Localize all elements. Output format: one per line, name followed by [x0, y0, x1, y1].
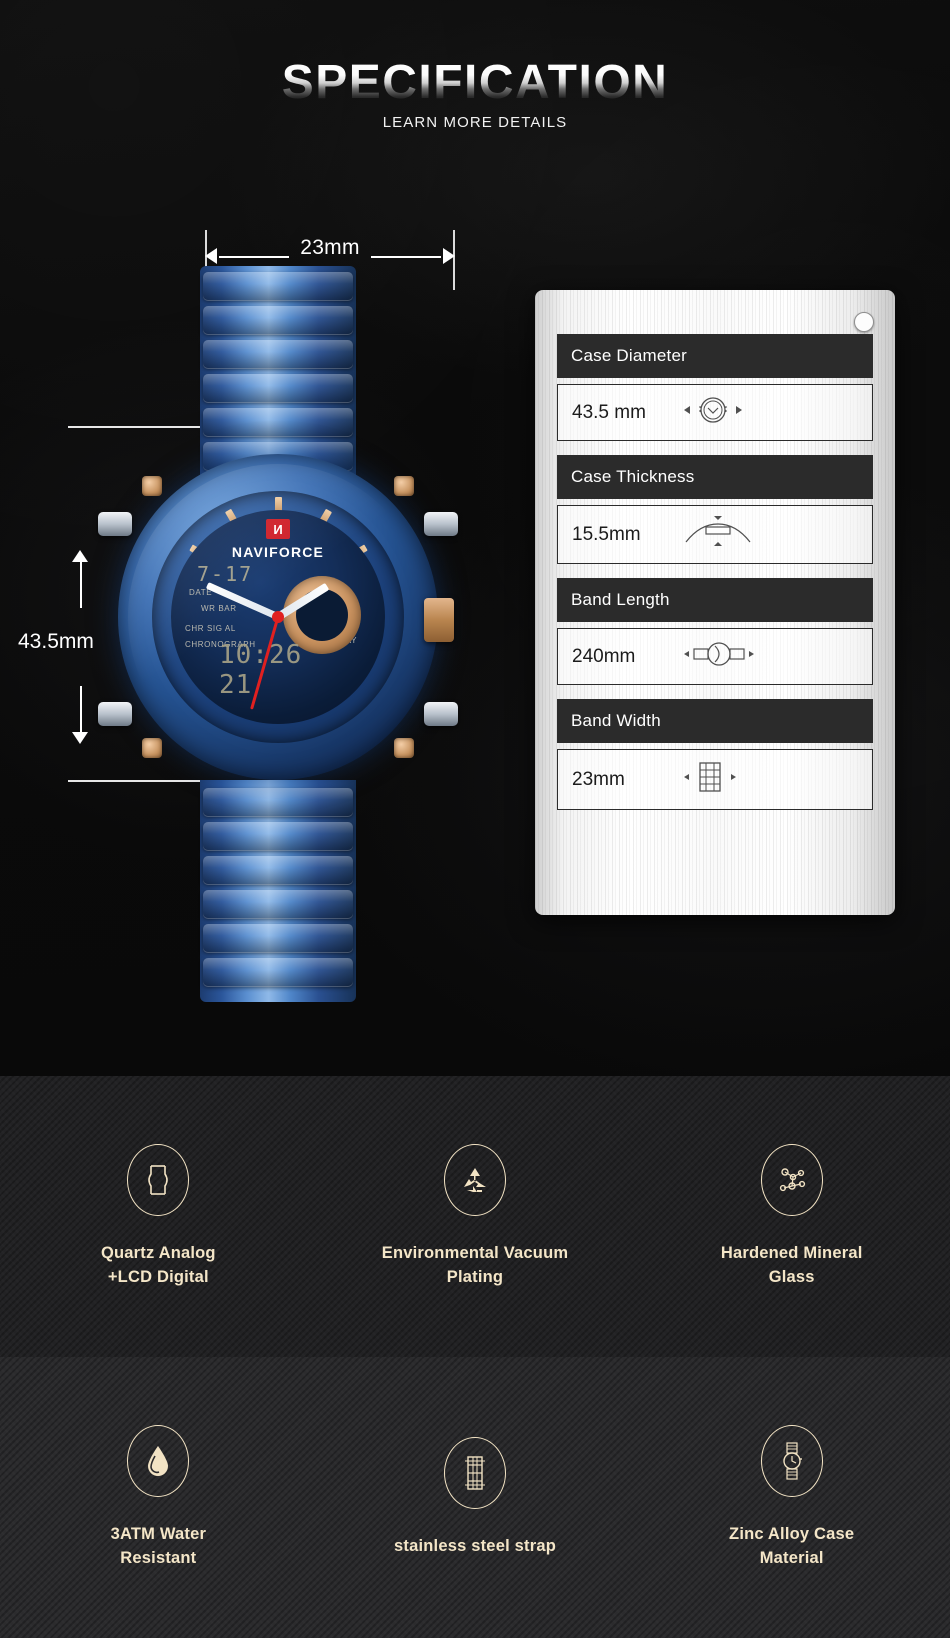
- minute-hand: [205, 582, 280, 621]
- feature-label-line2: Plating: [446, 1267, 504, 1286]
- dial-text-wr-bar: WR BAR: [201, 604, 237, 613]
- watch-crown: [424, 598, 454, 642]
- spec-row-case-thickness: Case Thickness 15.5mm: [557, 455, 873, 564]
- panel-hole-icon: [854, 312, 874, 332]
- hand-pin: [272, 611, 284, 623]
- spec-value-row-case-thickness: 15.5mm: [557, 505, 873, 564]
- guide-line-right: [453, 230, 455, 290]
- spec-row-band-length: Band Length 240mm: [557, 578, 873, 685]
- spec-value-row-band-length: 240mm: [557, 628, 873, 685]
- feature-water-resistant: 3ATM Water Resistant: [0, 1424, 317, 1571]
- case-screw-tr: [394, 476, 414, 496]
- feature-label-line1: Hardened Mineral: [720, 1243, 863, 1262]
- feature-steel-strap: stainless steel strap: [317, 1436, 634, 1559]
- spec-value-case-thickness: 15.5mm: [572, 523, 641, 545]
- page-subtitle: LEARN MORE DETAILS: [382, 114, 568, 132]
- feature-vacuum-plating: Environmental Vacuum Plating: [317, 1143, 634, 1290]
- feature-label-line1: stainless steel strap: [394, 1536, 556, 1555]
- watch-illustration-area: 23mm 43.5mm И NAVIFORCE 7-17 DATE WR BAR…: [18, 230, 510, 1010]
- dial-text-day: DAY: [339, 636, 357, 645]
- dial-text-date: DATE: [189, 588, 213, 597]
- feature-mineral-glass: Hardened Mineral Glass: [633, 1143, 950, 1290]
- second-hand: [250, 616, 280, 710]
- watch-brand-name: NAVIFORCE: [231, 544, 325, 560]
- feature-band-bottom: 3ATM Water Resistant stainless steel str…: [0, 1357, 950, 1638]
- naviforce-logo-icon: И: [266, 519, 290, 539]
- feature-label-line1: Quartz Analog: [100, 1243, 216, 1262]
- feature-band-top: Quartz Analog +LCD Digital Environmental…: [0, 1076, 950, 1357]
- dimension-width-label: 23mm: [300, 236, 360, 259]
- spec-label-case-diameter: Case Diameter: [557, 334, 873, 378]
- case-screw-br: [394, 738, 414, 758]
- feature-label-line2: Material: [759, 1548, 824, 1567]
- spec-value-row-case-diameter: 43.5 mm: [557, 384, 873, 441]
- arrow-up-icon: [72, 550, 88, 562]
- watch-face-diameter-icon: [682, 395, 744, 430]
- pusher-bottom-right: [424, 702, 458, 726]
- spec-row-case-diameter: Case Diameter 43.5 mm: [557, 334, 873, 441]
- pusher-top-left: [98, 512, 132, 536]
- feature-label-line1: Zinc Alloy Case: [729, 1524, 855, 1543]
- hour-hand: [275, 582, 330, 621]
- spec-row-band-width: Band Width 23mm: [557, 699, 873, 810]
- bracelet-width-icon: [682, 760, 738, 799]
- feature-label-line2: Resistant: [120, 1548, 197, 1567]
- feature-label-line1: 3ATM Water: [110, 1524, 207, 1543]
- wristwatch-icon: [760, 1424, 823, 1497]
- water-drop-icon: [127, 1424, 190, 1497]
- lcd-top-readout: 7-17: [197, 562, 254, 586]
- dial-text-chr-sig-al: CHR SIG AL: [185, 624, 236, 633]
- feature-label-line1: Environmental Vacuum: [381, 1243, 569, 1262]
- pusher-bottom-left: [98, 702, 132, 726]
- watch-bezel: И NAVIFORCE 7-17 DATE WR BAR CHR SIG AL …: [152, 491, 404, 743]
- quartz-movement-icon: [127, 1143, 190, 1216]
- steel-strap-icon: [444, 1436, 506, 1509]
- lcd-main-readout: 10:26 21: [219, 640, 303, 700]
- page-title-block: SPECIFICATION LEARN MORE DETAILS: [0, 56, 950, 132]
- dial-text-chronograph: CHRONOGRAPH: [185, 640, 256, 649]
- feature-zinc-alloy-case: Zinc Alloy Case Material: [633, 1424, 950, 1571]
- spec-label-band-length: Band Length: [557, 578, 873, 622]
- spec-label-band-width: Band Width: [557, 699, 873, 743]
- watch-profile-thickness-icon: [682, 516, 754, 553]
- dimension-height-label: 43.5mm: [18, 630, 94, 653]
- watch-dial: И NAVIFORCE 7-17 DATE WR BAR CHR SIG AL …: [171, 510, 385, 724]
- watch-band-length-icon: [682, 639, 756, 674]
- spec-value-band-length: 240mm: [572, 645, 636, 667]
- hero-section: SPECIFICATION LEARN MORE DETAILS 23mm 43…: [0, 0, 950, 1076]
- recycle-icon: [444, 1143, 506, 1216]
- watch-subdial: [283, 576, 361, 654]
- watch-case: И NAVIFORCE 7-17 DATE WR BAR CHR SIG AL …: [98, 454, 458, 780]
- pusher-top-right: [424, 512, 458, 536]
- spec-label-case-thickness: Case Thickness: [557, 455, 873, 499]
- arrow-left-icon: [205, 248, 217, 264]
- feature-label-line2: Glass: [768, 1267, 815, 1286]
- case-screw-bl: [142, 738, 162, 758]
- arrow-down-icon: [72, 732, 88, 744]
- specification-panel: Case Diameter 43.5 mm Case Thickness 15.…: [535, 290, 895, 915]
- spec-value-band-width: 23mm: [572, 768, 625, 790]
- watch-product-image: И NAVIFORCE 7-17 DATE WR BAR CHR SIG AL …: [98, 266, 458, 1002]
- feature-label-line2: +LCD Digital: [107, 1267, 209, 1286]
- case-screw-tl: [142, 476, 162, 496]
- molecule-icon: [760, 1143, 823, 1216]
- bracelet-bottom: [200, 780, 356, 1002]
- spec-value-case-diameter: 43.5 mm: [572, 401, 646, 423]
- feature-quartz-analog: Quartz Analog +LCD Digital: [0, 1143, 317, 1290]
- spec-value-row-band-width: 23mm: [557, 749, 873, 810]
- page-title: SPECIFICATION: [281, 56, 669, 109]
